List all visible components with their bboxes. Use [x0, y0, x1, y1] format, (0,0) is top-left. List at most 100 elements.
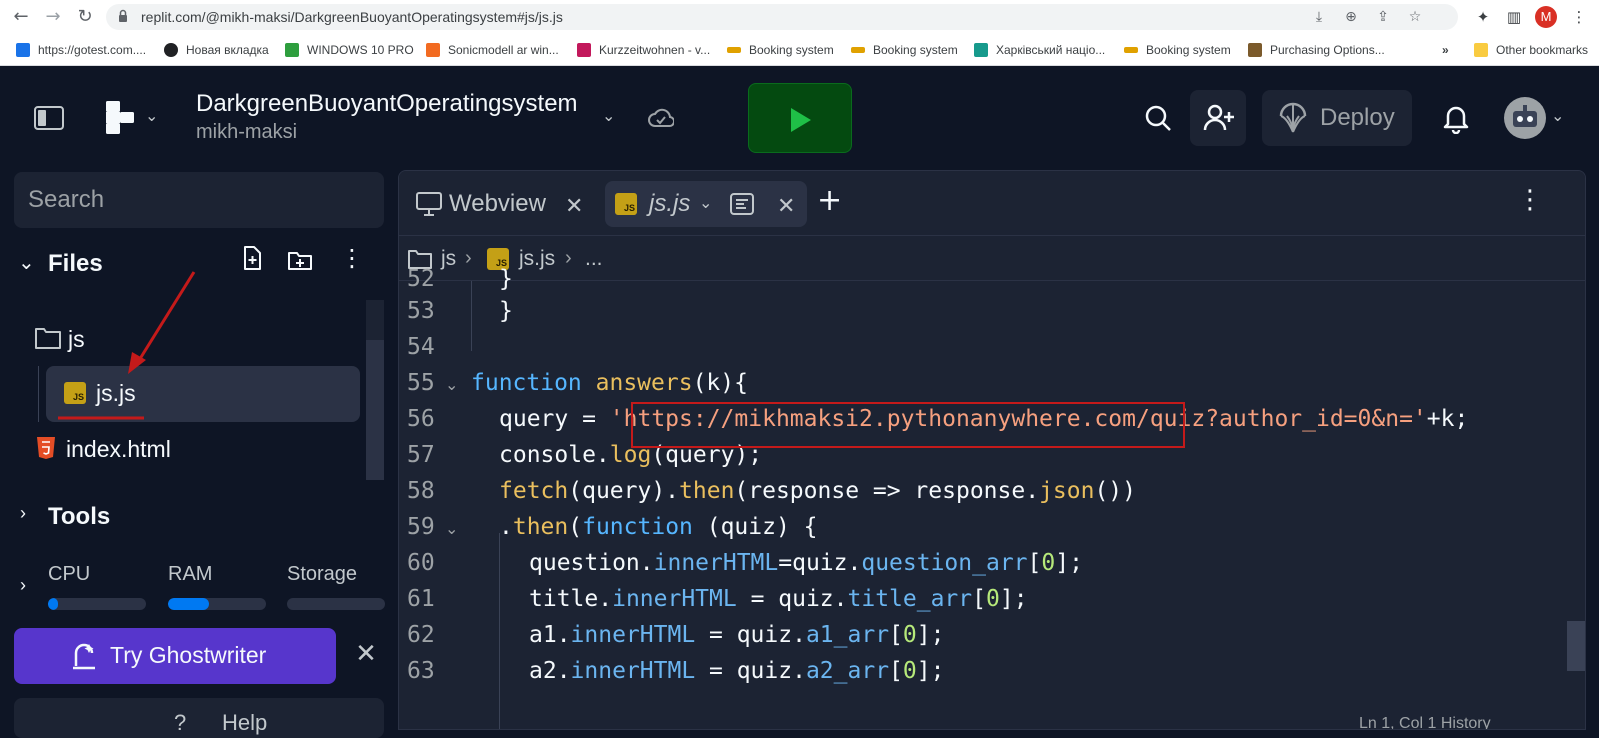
bookmark-item[interactable]: Харківський націо...	[974, 41, 1105, 59]
cloud-saved-icon	[648, 108, 674, 127]
chevron-down-icon[interactable]: ⌄	[699, 193, 712, 213]
code-editor[interactable]: 52} 53} 54 55 ⌄ function answers(k){ 56 que…	[399, 266, 1585, 729]
favicon-icon	[974, 43, 988, 57]
tree-indent-guide	[38, 366, 39, 422]
tree-file-js-js[interactable]: JS js.js	[46, 366, 360, 422]
back-arrow-icon[interactable]: ←	[10, 6, 32, 28]
chevron-right-icon[interactable]: ›	[20, 575, 26, 596]
cpu-usage-fill	[48, 598, 58, 610]
help-icon: ?	[174, 710, 187, 735]
search-icon[interactable]	[1142, 102, 1174, 134]
new-file-icon[interactable]	[238, 244, 266, 272]
editor-scrollbar-thumb[interactable]	[1567, 621, 1585, 671]
favicon-icon	[285, 43, 299, 57]
bookmark-item[interactable]: Booking system	[1124, 41, 1231, 59]
reload-icon[interactable]: ↻	[74, 6, 96, 28]
close-icon[interactable]: ✕	[777, 194, 795, 219]
help-button[interactable]: ? Help	[14, 698, 384, 738]
files-section-header[interactable]: ⌄ Files	[14, 242, 384, 286]
globe-icon	[16, 43, 30, 57]
chevron-right-icon[interactable]: ›	[20, 503, 26, 524]
close-icon[interactable]: ✕	[565, 194, 583, 219]
file-outline-icon[interactable]	[729, 192, 755, 216]
bookmark-item[interactable]: Booking system	[727, 41, 834, 59]
folder-icon	[35, 328, 61, 349]
bookmark-item[interactable]: Новая вкладка	[164, 41, 269, 59]
tab-label: js.js	[649, 190, 691, 217]
help-label: Help	[222, 710, 268, 735]
more-options-icon[interactable]: ⋮	[340, 244, 364, 272]
bookmark-item[interactable]: WINDOWS 10 PRO	[285, 41, 414, 59]
forward-arrow-icon[interactable]: →	[42, 6, 64, 28]
sidebar-toggle-icon[interactable]	[34, 106, 64, 130]
bookmark-item[interactable]: Sonicmodell ar win...	[426, 41, 559, 59]
address-bar[interactable]: replit.com/@mikh-maksi/DarkgreenBuoyantO…	[106, 4, 1458, 30]
bookmark-label: Sonicmodell ar win...	[448, 43, 559, 57]
new-folder-icon[interactable]	[286, 246, 314, 274]
tree-file-index-html[interactable]: index.html	[32, 422, 352, 476]
side-panel-icon[interactable]: ▥	[1503, 6, 1525, 28]
invite-button[interactable]	[1190, 90, 1246, 146]
fold-chevron-icon[interactable]: ⌄	[445, 511, 458, 547]
chevron-down-icon[interactable]: ⌄	[145, 106, 158, 126]
replit-logo-icon[interactable]	[106, 101, 136, 135]
code-line: 62 a1.innerHTML = quiz.a1_arr[0];	[399, 617, 1559, 653]
bookmark-item[interactable]: Purchasing Options...	[1248, 41, 1385, 59]
run-button[interactable]	[748, 83, 852, 153]
search-placeholder: Search	[28, 186, 105, 213]
repl-title[interactable]: DarkgreenBuoyantOperatingsystem	[196, 90, 578, 118]
robot-avatar-icon	[1513, 105, 1537, 127]
bookmark-label: Booking system	[1146, 43, 1231, 57]
repl-owner[interactable]: mikh-maksi	[196, 121, 297, 144]
new-tab-plus-icon[interactable]: +	[817, 183, 842, 218]
install-app-icon[interactable]: ⤓	[1310, 8, 1328, 26]
url-text: replit.com/@mikh-maksi/DarkgreenBuoyantO…	[141, 9, 563, 25]
browser-menu-icon[interactable]: ⋮	[1568, 6, 1590, 28]
chevron-down-icon[interactable]: ⌄	[18, 250, 35, 275]
line-number: 62	[407, 622, 435, 648]
tree-label: index.html	[66, 436, 171, 462]
bell-icon[interactable]	[1440, 102, 1472, 134]
line-number: 54	[407, 334, 435, 360]
bookmark-star-icon[interactable]: ☆	[1406, 8, 1424, 26]
storage-label: Storage	[287, 563, 358, 585]
storage-usage-bar	[287, 598, 385, 610]
ram-usage-bar	[168, 598, 266, 610]
chevron-down-icon[interactable]: ⌄	[602, 106, 615, 126]
javascript-file-icon: JS	[64, 382, 86, 404]
bookmark-item[interactable]: https://gotest.com....	[16, 41, 146, 59]
favicon-icon	[577, 43, 591, 57]
share-icon[interactable]: ⇪	[1374, 8, 1392, 26]
tools-label: Tools	[48, 503, 111, 530]
bookmark-label: WINDOWS 10 PRO	[307, 43, 414, 57]
extensions-icon[interactable]: ✦	[1472, 6, 1494, 28]
avatar[interactable]	[1504, 97, 1546, 139]
other-bookmarks[interactable]: Other bookmarks	[1474, 41, 1588, 59]
play-icon	[791, 108, 811, 132]
search-input[interactable]: Search	[14, 172, 384, 228]
globe-icon	[164, 43, 178, 57]
tree-folder-js[interactable]: js	[32, 312, 352, 366]
bookmark-item[interactable]: Booking system	[851, 41, 958, 59]
tab-webview[interactable]: Webview ✕	[407, 181, 595, 227]
bookmark-item[interactable]: Kurzzeitwohnen - v...	[577, 41, 710, 59]
code-text: a1.innerHTML = quiz.a1_arr[0];	[529, 622, 945, 648]
try-ghostwriter-button[interactable]: Try Ghostwriter	[14, 628, 336, 684]
cursor-status: Ln 1, Col 1 History	[1359, 715, 1491, 730]
deploy-button[interactable]: Deploy	[1262, 90, 1412, 146]
bookmark-label: Новая вкладка	[186, 43, 269, 57]
tab-label: Webview	[449, 190, 546, 217]
tab-js-js[interactable]: JS js.js ⌄ ✕	[605, 181, 807, 227]
tools-section-header[interactable]: › Tools	[14, 495, 384, 535]
close-icon[interactable]: ✕	[353, 641, 379, 667]
chevron-down-icon[interactable]: ⌄	[1551, 106, 1564, 126]
code-line: 52}	[399, 261, 1559, 297]
profile-avatar[interactable]: M	[1535, 6, 1557, 28]
more-bookmarks-button[interactable]: »	[1442, 41, 1449, 59]
file-tree-scroll-thumb[interactable]	[366, 340, 384, 480]
pane-menu-icon[interactable]: ⋮	[1517, 185, 1543, 215]
zoom-icon[interactable]: ⊕	[1342, 8, 1360, 26]
fold-chevron-icon[interactable]: ⌄	[445, 367, 458, 403]
line-number: 58	[407, 478, 435, 504]
ram-label: RAM	[168, 563, 213, 585]
